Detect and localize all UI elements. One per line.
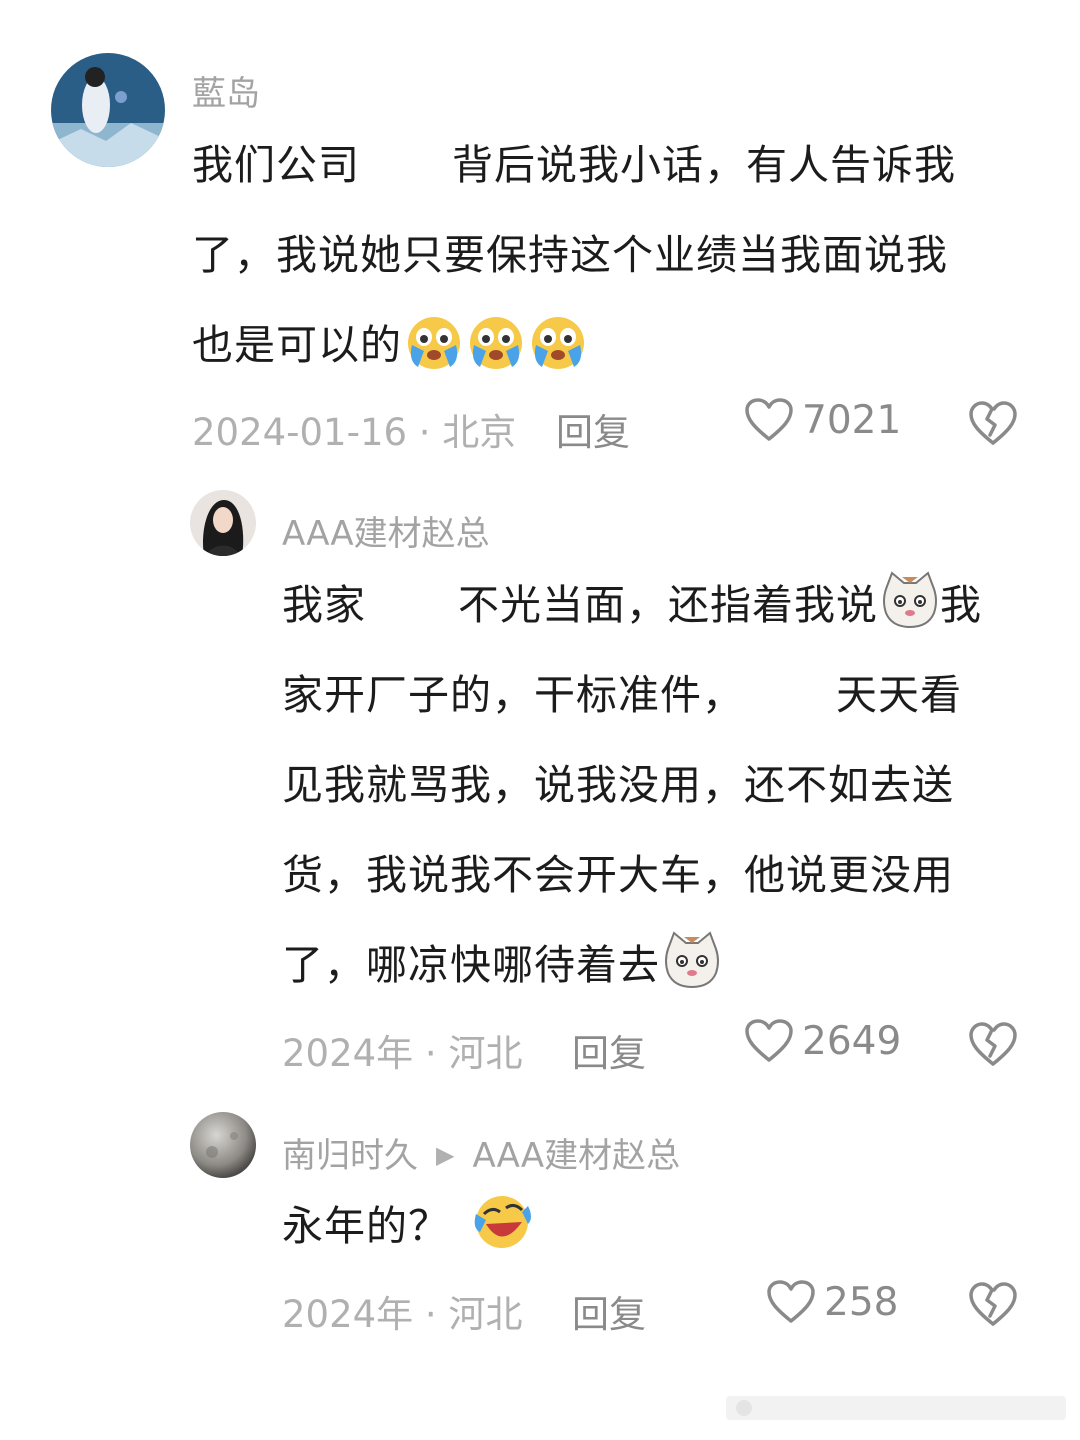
avatar[interactable]: [190, 490, 256, 556]
username: 南归时久 ▶ AAA建材赵总: [282, 1128, 680, 1177]
username[interactable]: 藍岛: [192, 66, 260, 115]
text-segment: 家开厂子的，干标准件，: [282, 671, 744, 719]
text-segment: 我们公司: [192, 141, 360, 189]
cat-face-icon: [662, 931, 722, 991]
laughing-crying-face-icon: [472, 1192, 532, 1252]
comment-date-location: 2024年 · 河北: [282, 1293, 523, 1336]
broken-heart-icon: [969, 401, 1017, 445]
like-button[interactable]: 258: [766, 1279, 898, 1325]
like-count: 2649: [802, 1018, 902, 1064]
avatar[interactable]: [190, 1112, 256, 1178]
like-count: 258: [824, 1279, 899, 1325]
broken-heart-icon: [969, 1022, 1017, 1066]
text-segment: 背后说我小话，有人告诉我: [452, 141, 956, 189]
reply-button[interactable]: 回复: [572, 1023, 646, 1077]
like-button[interactable]: 2649: [744, 1018, 901, 1064]
dislike-button[interactable]: [968, 1020, 1018, 1068]
text-segment: 我家: [282, 581, 366, 629]
dislike-button[interactable]: [968, 399, 1018, 447]
crying-face-icon: [528, 311, 588, 371]
reply-button[interactable]: 回复: [556, 402, 630, 456]
like-button[interactable]: 7021: [744, 397, 901, 443]
reply-button[interactable]: 回复: [572, 1284, 646, 1338]
text-segment: 货，我说我不会开大车，他说更没用: [282, 851, 954, 899]
dislike-button[interactable]: [968, 1280, 1018, 1328]
text-segment: 永年的？: [282, 1202, 450, 1250]
reply-arrow-icon: ▶: [436, 1141, 455, 1169]
reply-to-username[interactable]: AAA建材赵总: [472, 1136, 680, 1176]
crying-face-icon: [404, 311, 464, 371]
comment-text: 我家 不光当面，还指着我说 我 家开厂子的，干标准件， 天天看 见我就骂我，说我没用，…: [282, 560, 982, 1010]
text-segment: 我: [940, 581, 982, 629]
text-segment: 了，我说她只要保持这个业绩当我面说我: [192, 231, 948, 279]
comment-date-location: 2024年 · 河北: [282, 1032, 523, 1075]
heart-icon: [767, 1280, 815, 1323]
like-count: 7021: [802, 397, 902, 443]
heart-icon: [745, 1019, 793, 1062]
avatar[interactable]: [51, 53, 165, 167]
cat-face-icon: [880, 571, 940, 631]
username[interactable]: AAA建材赵总: [282, 506, 490, 555]
text-segment: 天天看: [836, 671, 962, 719]
comment-text: 我们公司 背后说我小话，有人告诉我 了，我说她只要保持这个业绩当我面说我 也是可以…: [192, 120, 956, 390]
text-segment: 了，哪凉快哪待着去: [282, 941, 660, 989]
comment-date-location: 2024-01-16 · 北京: [192, 411, 517, 454]
watermark: [726, 1396, 1066, 1420]
heart-icon: [745, 398, 793, 441]
text-segment: 也是可以的: [192, 321, 402, 369]
text-segment: 见我就骂我，说我没用，还不如去送: [282, 761, 954, 809]
username-text[interactable]: 南归时久: [282, 1136, 418, 1176]
crying-face-icon: [466, 311, 526, 371]
comment-text: 永年的？: [282, 1181, 532, 1271]
broken-heart-icon: [969, 1282, 1017, 1326]
text-segment: 不光当面，还指着我说: [458, 581, 878, 629]
